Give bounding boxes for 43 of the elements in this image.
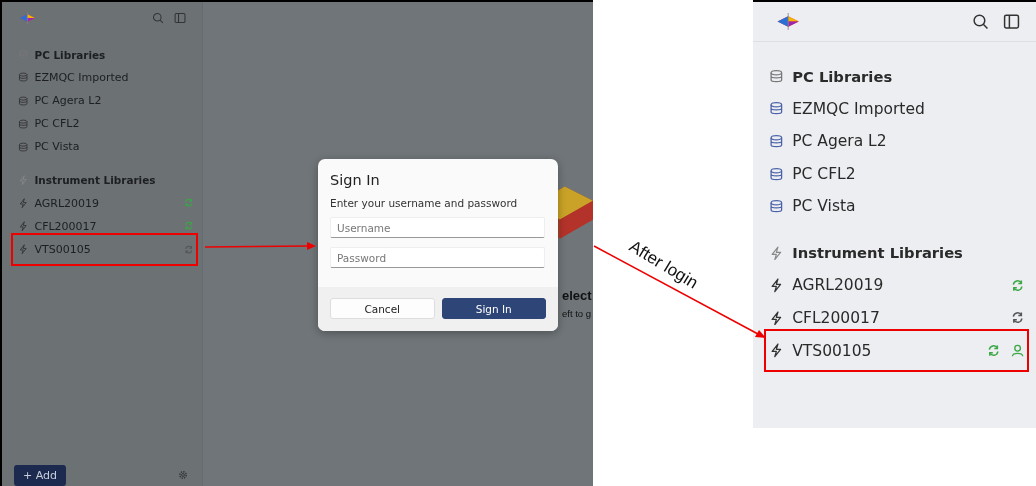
database-icon xyxy=(18,95,29,106)
database-icon xyxy=(18,72,29,83)
input-field[interactable]: Password xyxy=(330,247,545,268)
lightning-icon xyxy=(18,243,29,255)
database-icon xyxy=(769,199,784,214)
lightning-icon xyxy=(18,197,29,209)
lightning-icon xyxy=(769,343,784,358)
lightning-icon xyxy=(769,278,784,293)
sidebar-toggle-icon[interactable] xyxy=(1002,12,1020,30)
input-field[interactable]: Username xyxy=(330,217,545,238)
database-icon xyxy=(18,141,29,153)
library-item[interactable]: AGRL20019 xyxy=(769,269,1024,302)
section-title: Instrument Libraries xyxy=(34,173,156,186)
search-icon[interactable] xyxy=(971,12,989,30)
background-text: eft to g xyxy=(562,308,592,319)
sidebar-toggle-icon[interactable] xyxy=(173,12,186,25)
background-heading: elect xyxy=(562,288,592,303)
database-icon xyxy=(769,68,784,84)
lightning-icon xyxy=(18,220,29,232)
library-item[interactable]: PC CFL2 xyxy=(769,157,1024,191)
section-title: Instrument Libraries xyxy=(792,244,963,262)
section-title: PC Libraries xyxy=(34,48,106,61)
add-button[interactable]: + Add xyxy=(14,464,66,486)
library-item[interactable]: EZMQC Imported xyxy=(769,92,1024,126)
lightning-icon xyxy=(18,174,29,186)
library-item[interactable]: VTS00105 xyxy=(769,334,1024,367)
database-icon xyxy=(769,166,784,182)
library-item[interactable]: PC Agera L2 xyxy=(769,125,1024,158)
cancel-button[interactable]: Cancel xyxy=(330,298,435,319)
logo-icon xyxy=(775,12,802,30)
lightning-icon xyxy=(769,245,784,261)
dialog-subtitle: Enter your username and password xyxy=(330,197,519,209)
logo-icon xyxy=(18,12,37,25)
database-icon xyxy=(769,134,784,149)
settings-icon[interactable] xyxy=(178,470,188,480)
database-icon xyxy=(18,118,29,130)
library-item[interactable]: PC Vista xyxy=(769,190,1024,223)
database-icon xyxy=(769,101,784,117)
library-item[interactable]: CFL200017 xyxy=(769,301,1024,335)
lightning-icon xyxy=(769,310,784,326)
dialog-title: Sign In xyxy=(330,172,381,188)
section-title: PC Libraries xyxy=(792,67,893,85)
sign-in-button[interactable]: Sign In xyxy=(441,298,546,319)
